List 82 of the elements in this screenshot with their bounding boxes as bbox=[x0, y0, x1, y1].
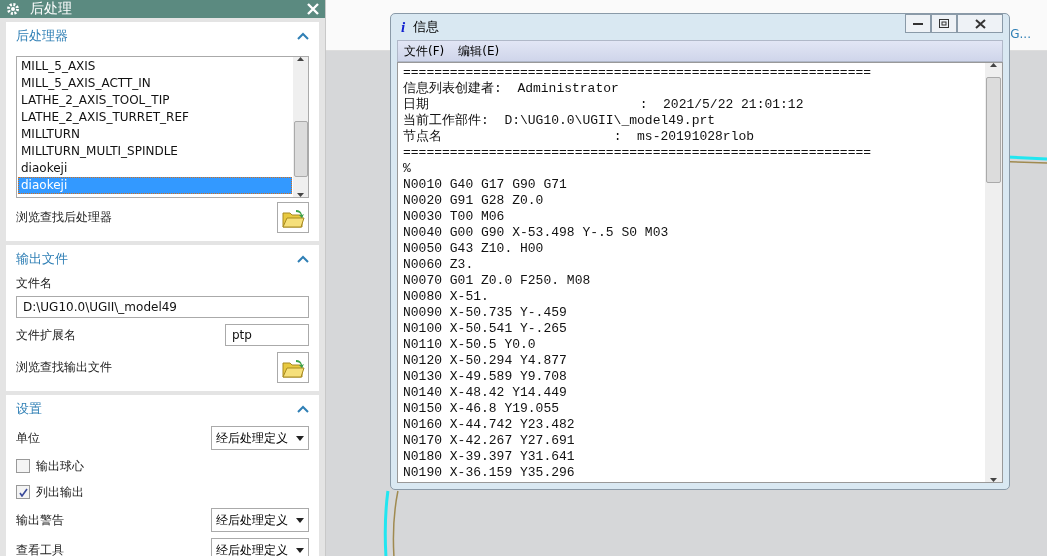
info-line: ============================================================ bbox=[403, 65, 873, 81]
field-label: 文件扩展名 bbox=[16, 326, 76, 344]
dropdown[interactable]: 经后处理定义 bbox=[211, 426, 309, 450]
checkbox[interactable] bbox=[16, 459, 30, 473]
info-line: N0170 X-42.267 Y27.691 bbox=[403, 433, 576, 449]
info-line: 信息列表创建者: Administrator bbox=[403, 81, 620, 97]
info-line: ============================================================ bbox=[403, 145, 873, 161]
info-line: N0080 X-51. bbox=[403, 289, 490, 305]
filename-field[interactable]: D:\UG10.0\UGII\_model49 bbox=[16, 296, 309, 318]
minimize-button[interactable] bbox=[905, 14, 931, 33]
list-item[interactable]: LATHE_2_AXIS_TURRET_REF bbox=[18, 109, 292, 126]
checkbox-label: 输出球心 bbox=[36, 457, 84, 475]
menu-item[interactable]: 编辑(E) bbox=[458, 42, 500, 60]
info-line: 当前工作部件: D:\UG10.0\UGII\_model49.prt bbox=[403, 113, 717, 129]
window-title: 信息 bbox=[413, 18, 440, 36]
info-line: N0090 X-50.735 Y-.459 bbox=[403, 305, 568, 321]
list-item[interactable]: MILL_5_AXIS_ACTT_IN bbox=[18, 75, 292, 92]
caret-icon bbox=[296, 547, 304, 553]
close-icon[interactable] bbox=[307, 3, 319, 15]
group-label[interactable]: G... bbox=[1010, 27, 1031, 41]
dropdown[interactable]: 经后处理定义 bbox=[211, 508, 309, 532]
scrollbar[interactable] bbox=[985, 63, 1002, 482]
chevron-icon[interactable] bbox=[297, 255, 309, 263]
section-title: 设置 bbox=[16, 400, 42, 418]
field-label: 文件名 bbox=[16, 275, 53, 292]
info-line: N0050 G43 Z10. H00 bbox=[403, 241, 545, 257]
minimize-icon bbox=[913, 22, 923, 25]
info-line: N0030 T00 M06 bbox=[403, 209, 506, 225]
dialog-title: 后处理 bbox=[30, 0, 73, 18]
scroll-thumb[interactable] bbox=[294, 121, 308, 177]
dropdown[interactable]: 经后处理定义 bbox=[211, 538, 309, 556]
folder-icon[interactable] bbox=[277, 352, 309, 383]
info-line: N0140 X-48.42 Y14.449 bbox=[403, 385, 568, 401]
scroll-down-icon[interactable] bbox=[297, 193, 304, 197]
section-title: 输出文件 bbox=[16, 250, 68, 268]
info-line: N0160 X-44.742 Y23.482 bbox=[403, 417, 576, 433]
info-line: N0100 X-50.541 Y-.265 bbox=[403, 321, 568, 337]
list-item[interactable]: MILLTURN bbox=[18, 126, 292, 143]
info-line: N0010 G40 G17 G90 G71 bbox=[403, 177, 568, 193]
setting-label: 查看工具 bbox=[16, 541, 64, 556]
chevron-icon[interactable] bbox=[297, 405, 309, 413]
info-line: N0150 X-46.8 Y19.055 bbox=[403, 401, 561, 417]
browse-label: 浏览查找后处理器 bbox=[16, 209, 112, 226]
menu-item[interactable]: 文件(F) bbox=[404, 42, 445, 60]
scroll-thumb[interactable] bbox=[986, 77, 1001, 183]
restore-icon bbox=[939, 19, 949, 28]
list-item[interactable]: MILLTURN_MULTI_SPINDLE bbox=[18, 143, 292, 160]
info-line: % bbox=[403, 161, 412, 177]
info-line: N0040 G00 G90 X-53.498 Y-.5 S0 M03 bbox=[403, 225, 670, 241]
info-icon: i bbox=[401, 18, 406, 36]
scrollbar[interactable] bbox=[293, 57, 308, 197]
checkbox-label: 列出输出 bbox=[36, 483, 84, 501]
settings-icon bbox=[6, 2, 20, 16]
close-button[interactable] bbox=[957, 14, 1003, 33]
list-item[interactable]: LATHE_2_AXIS_TOOL_TIP bbox=[18, 92, 292, 109]
setting-label: 输出警告 bbox=[16, 511, 64, 529]
info-line: N0180 X-39.397 Y31.641 bbox=[403, 449, 576, 465]
browse-label: 浏览查找输出文件 bbox=[16, 359, 112, 376]
info-line: N0130 X-49.589 Y9.708 bbox=[403, 369, 568, 385]
maximize-button[interactable] bbox=[931, 14, 957, 33]
info-line: N0070 G01 Z0.0 F250. M08 bbox=[403, 273, 592, 289]
setting-label: 单位 bbox=[16, 429, 40, 447]
folder-icon[interactable] bbox=[277, 202, 309, 233]
list-item[interactable]: diaokeji bbox=[18, 160, 292, 177]
postprocessor-list[interactable]: MILL_5_AXIS MILL_5_AXIS_ACTT_IN LATHE_2_AXIS_TOOL_TIP LATHE_2_AXIS_TURRET_REF MILLTURN MILLTURN_MULTI_SPINDLE diaokeji diaokeji bbox=[16, 56, 309, 198]
list-item[interactable]: MILL_5_AXIS bbox=[18, 58, 292, 75]
caret-icon bbox=[296, 435, 304, 441]
info-line: N0110 X-50.5 Y0.0 bbox=[403, 337, 537, 353]
info-line: N0120 X-50.294 Y4.877 bbox=[403, 353, 568, 369]
info-line: N0020 G91 G28 Z0.0 bbox=[403, 193, 545, 209]
extension-field[interactable]: ptp bbox=[225, 324, 309, 346]
section-title: 后处理器 bbox=[16, 27, 68, 45]
chevron-icon[interactable] bbox=[297, 32, 309, 40]
info-line: 日期 : 2021/5/22 21:01:12 bbox=[403, 97, 805, 113]
caret-icon bbox=[296, 517, 304, 523]
checkbox[interactable] bbox=[16, 485, 30, 499]
info-line: N0060 Z3. bbox=[403, 257, 475, 273]
close-icon bbox=[974, 18, 986, 29]
scroll-up-icon[interactable] bbox=[297, 57, 304, 61]
info-line: N0190 X-36.159 Y35.296 bbox=[403, 465, 576, 481]
scroll-down-icon[interactable] bbox=[990, 478, 997, 482]
info-line: 节点名 : ms-20191028rlob bbox=[403, 129, 756, 145]
